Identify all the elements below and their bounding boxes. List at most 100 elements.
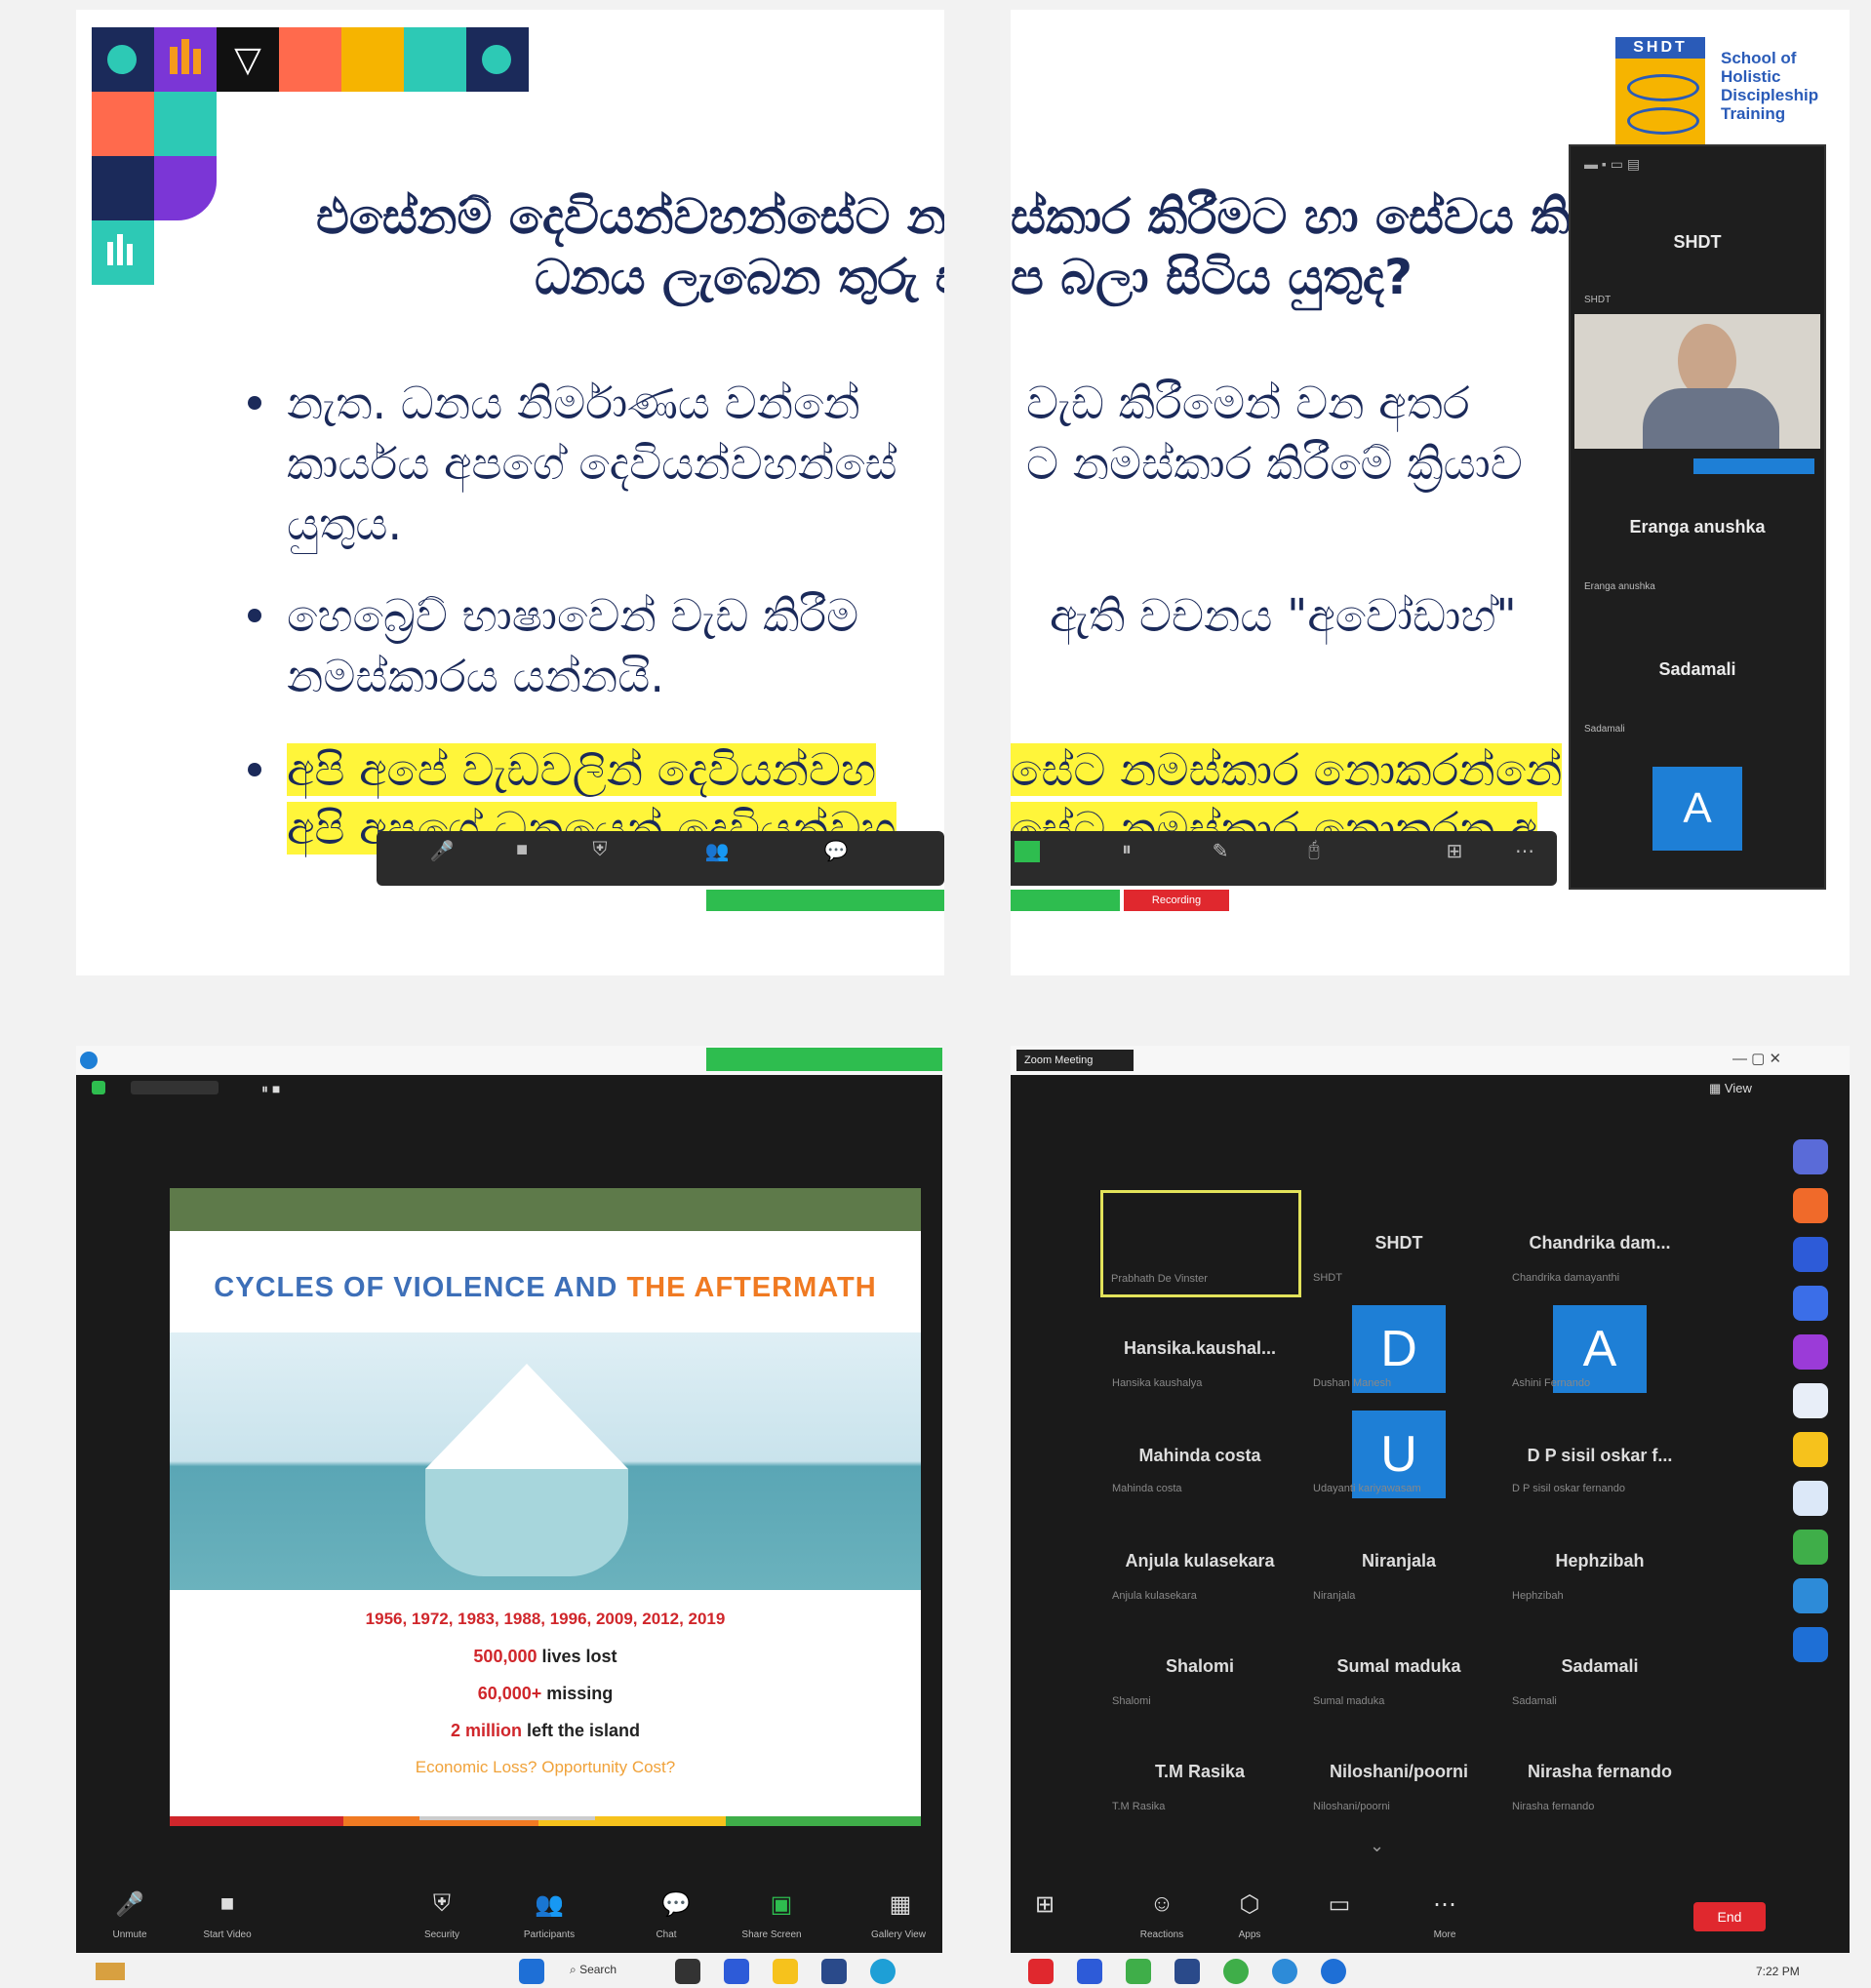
participant-name: Eranga anushka bbox=[1629, 517, 1766, 537]
toolbar-label[interactable]: Start Video bbox=[183, 1929, 271, 1940]
zoom-floating-toolbar-right: ⏸ ✎ 🖰 ⊞ ⋯ bbox=[1011, 831, 1557, 886]
toolbar-label[interactable]: Apps bbox=[1206, 1929, 1294, 1940]
slide-title-line1-left: එසේනම් දෙවියන්වහන්සේට නම bbox=[316, 188, 944, 245]
participant-name: SHDT bbox=[1374, 1233, 1423, 1252]
bullet2-line1-right: ඇති වචනය "අවෝඩාහ්" bbox=[1050, 589, 1517, 642]
video-icon[interactable]: ■ bbox=[193, 1890, 261, 1918]
start-icon[interactable] bbox=[519, 1959, 544, 1984]
pause-share-icon[interactable]: ⏸ bbox=[1112, 839, 1141, 860]
slide-title-line1-right: ස්කාර කිරීමට හා සේවය කිරී bbox=[1011, 188, 1601, 245]
participant-name: Niranjala bbox=[1361, 1551, 1437, 1571]
participant-label: Niloshani/poorni bbox=[1313, 1801, 1390, 1812]
toolbar-label[interactable]: Share Screen bbox=[728, 1929, 816, 1940]
chat-icon[interactable]: 💬 bbox=[642, 1890, 710, 1919]
zoom-icon[interactable] bbox=[1321, 1959, 1346, 1984]
app-icon[interactable] bbox=[1793, 1139, 1828, 1174]
annotate-icon[interactable]: ✎ bbox=[1206, 839, 1235, 862]
bullet-dot bbox=[248, 763, 261, 776]
color-stripe bbox=[726, 1816, 921, 1826]
search-box[interactable]: ⌕ Search bbox=[570, 1963, 617, 1977]
apps-icon[interactable]: ⊞ bbox=[1011, 1890, 1079, 1919]
participants-icon[interactable]: 👥 bbox=[515, 1890, 583, 1919]
slide-title-line2-left: ධනය ලැබෙන තුරු ඒ bbox=[535, 249, 944, 305]
sharing-status-bar[interactable] bbox=[706, 890, 944, 911]
panel-view-controls[interactable]: ▬ ▪ ▭ ▤ bbox=[1584, 156, 1640, 173]
participants-icon[interactable]: 👥 bbox=[702, 839, 732, 862]
participant-avatar: A bbox=[1652, 767, 1742, 851]
app-icon[interactable] bbox=[1028, 1959, 1054, 1984]
toolbar-label[interactable]: Reactions bbox=[1118, 1929, 1206, 1940]
app-icon[interactable] bbox=[1793, 1334, 1828, 1370]
clock[interactable]: 7:22 PM bbox=[1756, 1965, 1800, 1978]
weather-icon[interactable] bbox=[96, 1963, 125, 1980]
slide-stat: 2 million left the island bbox=[450, 1721, 641, 1740]
apps-icon[interactable]: ⊞ bbox=[1440, 839, 1469, 862]
participant-name: T.M Rasika bbox=[1154, 1762, 1246, 1781]
pause-record-icon[interactable]: ⏸ ■ bbox=[261, 1081, 280, 1097]
raise-hand-badge bbox=[1693, 458, 1814, 474]
edge-icon[interactable] bbox=[870, 1959, 896, 1984]
security-icon[interactable]: ⛨ bbox=[408, 1890, 476, 1918]
color-stripe bbox=[170, 1816, 343, 1826]
app-icon[interactable] bbox=[1126, 1959, 1151, 1984]
recording-indicator[interactable] bbox=[131, 1081, 219, 1094]
app-icon[interactable] bbox=[1793, 1383, 1828, 1418]
chat-icon[interactable]: 💬 bbox=[821, 839, 851, 862]
scroll-indicator[interactable] bbox=[419, 1816, 595, 1820]
share-screen-icon[interactable] bbox=[1015, 841, 1040, 862]
toolbar-label[interactable]: Gallery View bbox=[855, 1929, 942, 1940]
app-icon[interactable] bbox=[1174, 1959, 1200, 1984]
app-icon[interactable] bbox=[1793, 1188, 1828, 1223]
app-icon[interactable] bbox=[821, 1959, 847, 1984]
security-icon[interactable]: ⛨ bbox=[585, 839, 615, 860]
participant-label: Nirasha fernando bbox=[1512, 1801, 1595, 1812]
fish-icon bbox=[1627, 107, 1699, 135]
view-button[interactable]: ▦ View bbox=[1709, 1081, 1752, 1096]
window-controls[interactable]: — ▢ ✕ bbox=[1732, 1050, 1781, 1067]
toolbar-label[interactable]: More bbox=[1401, 1929, 1489, 1940]
mic-icon[interactable]: 🎤 bbox=[96, 1890, 164, 1919]
share-screen-icon[interactable]: ▣ bbox=[747, 1890, 816, 1919]
file-explorer-icon[interactable] bbox=[773, 1959, 798, 1984]
participant-video bbox=[1574, 314, 1820, 474]
toolbar-label[interactable]: Participants bbox=[505, 1929, 593, 1940]
app-icon[interactable] bbox=[1793, 1530, 1828, 1565]
app-icon[interactable] bbox=[1077, 1959, 1102, 1984]
toolbar-label[interactable]: Chat bbox=[622, 1929, 710, 1940]
zoom-window-gallery: Zoom Meeting — ▢ ✕ ▦ View Prabhath De Vi… bbox=[1011, 1046, 1850, 1953]
app-icon[interactable] bbox=[1793, 1578, 1828, 1613]
end-button[interactable]: End bbox=[1693, 1902, 1766, 1931]
bullet1-line1-right: වැඩ කිරීමෙන් වන අතර bbox=[1026, 377, 1470, 429]
toolbar-label[interactable]: Unmute bbox=[86, 1929, 174, 1940]
mic-icon[interactable]: 🎤 bbox=[427, 839, 457, 862]
participant-label: Udayanti kariyawasam bbox=[1313, 1483, 1421, 1494]
task-view-icon[interactable] bbox=[675, 1959, 700, 1984]
bullet3-line1-right: සේට නමස්කාර නොකරන්නේ bbox=[1011, 743, 1563, 796]
app-icon[interactable] bbox=[1793, 1481, 1828, 1516]
app-icon[interactable] bbox=[724, 1959, 749, 1984]
sharing-status-bar[interactable] bbox=[706, 1048, 942, 1071]
more-icon[interactable]: ⋯ bbox=[1411, 1890, 1479, 1919]
chrome-icon[interactable] bbox=[1223, 1959, 1249, 1984]
remote-control-icon[interactable]: 🖰 bbox=[1299, 839, 1329, 860]
app-icon[interactable] bbox=[1793, 1286, 1828, 1321]
shield-icon[interactable] bbox=[92, 1081, 105, 1094]
recording-badge[interactable]: Recording bbox=[1124, 890, 1229, 911]
sharing-status-bar-right[interactable] bbox=[1011, 890, 1120, 911]
participant-label: Prabhath De Vinster bbox=[1111, 1273, 1208, 1285]
whiteboard-icon[interactable]: ▭ bbox=[1305, 1890, 1373, 1919]
apps-icon[interactable]: ⬡ bbox=[1215, 1890, 1284, 1919]
participant-label: Sadamali bbox=[1584, 724, 1625, 735]
toolbar-label[interactable]: Security bbox=[398, 1929, 486, 1940]
chevron-down-icon[interactable]: ⌄ bbox=[1370, 1836, 1384, 1856]
more-icon[interactable]: ⋯ bbox=[1510, 839, 1539, 862]
video-icon[interactable]: ■ bbox=[507, 839, 537, 860]
chrome-icon[interactable] bbox=[1272, 1959, 1297, 1984]
participant-label: SHDT bbox=[1584, 295, 1612, 305]
word-icon[interactable] bbox=[1793, 1237, 1828, 1272]
reactions-icon[interactable]: ☺ bbox=[1128, 1890, 1196, 1918]
gallery-view-icon[interactable]: ▦ bbox=[866, 1890, 935, 1919]
active-speaker-tile[interactable]: Prabhath De Vinster bbox=[1100, 1190, 1301, 1297]
app-icon[interactable] bbox=[1793, 1432, 1828, 1467]
app-icon[interactable] bbox=[1793, 1627, 1828, 1662]
